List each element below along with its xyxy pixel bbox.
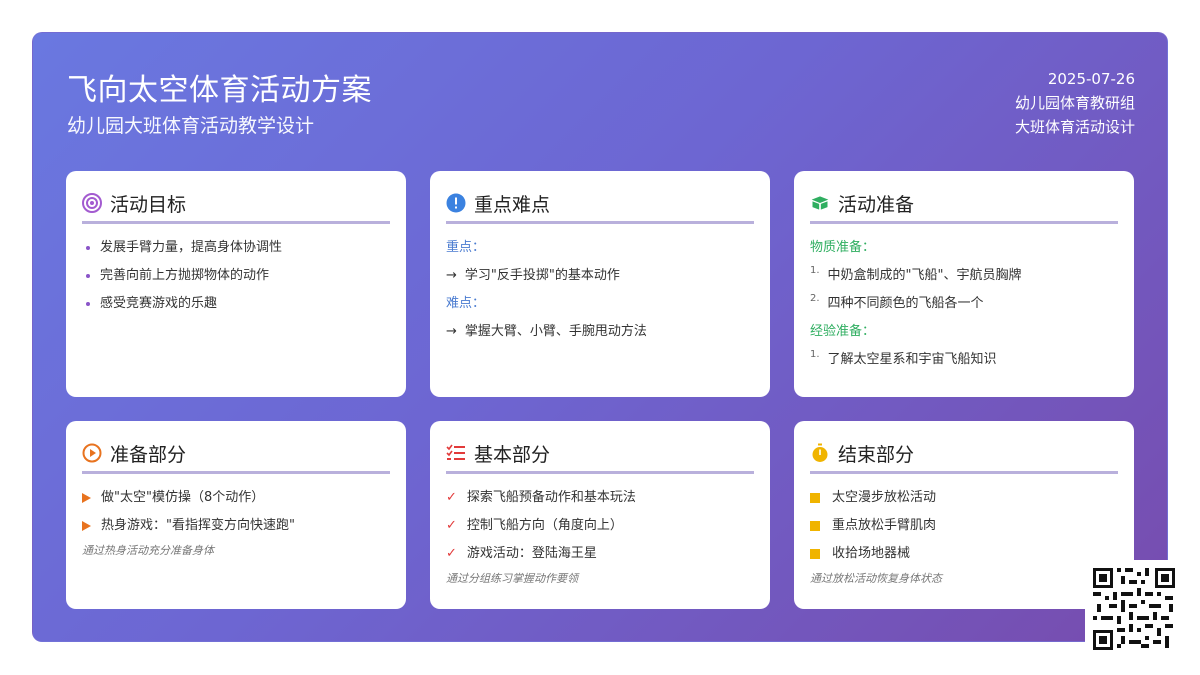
slide-frame: 飞向太空体育活动方案 幼儿园大班体育活动教学设计 2025-07-26 幼儿园体… bbox=[32, 32, 1168, 642]
ending-header: 结束部分 bbox=[810, 439, 1118, 474]
list-item: 1. 中奶盒制成的"飞船"、宇航员胸牌 bbox=[810, 265, 1022, 283]
ending-title: 结束部分 bbox=[838, 443, 915, 466]
list-item: 重点放松手臂肌肉 bbox=[810, 512, 1118, 540]
list-item: ✓ 游戏活动：登陆海王星 bbox=[446, 546, 597, 561]
list-item: 收拾场地器械 bbox=[810, 540, 1118, 568]
exp-label: 经验准备： bbox=[810, 324, 876, 339]
goals-card: 活动目标 发展手臂力量，提高身体协调性 完善向前上方抛掷物体的动作 感受竞赛游戏… bbox=[66, 171, 406, 397]
list-item: 太空漫步放松活动 bbox=[810, 484, 1118, 512]
warmup-card: 准备部分 做"太空"模仿操（8个动作） 热身游戏："看指挥变方向快速跑" 通过热… bbox=[66, 421, 406, 609]
date-text: 2025-07-26 bbox=[1047, 70, 1135, 88]
target-icon bbox=[82, 193, 102, 213]
basic-card: 基本部分 ✓ 探索飞船预备动作和基本玩法 ✓ 控制飞船方向（角度向上） ✓ 游戏活动：… bbox=[430, 421, 770, 609]
list-item: → 学习"反手投掷"的基本动作 bbox=[446, 268, 620, 283]
stopwatch-icon bbox=[810, 443, 830, 463]
warmup-header: 准备部分 bbox=[82, 439, 390, 474]
keypoints-title: 重点难点 bbox=[474, 193, 551, 216]
prep-title: 活动准备 bbox=[838, 193, 915, 216]
goals-header: 活动目标 bbox=[82, 189, 390, 224]
play-icon bbox=[82, 443, 102, 463]
basic-header: 基本部分 bbox=[446, 439, 754, 474]
warmup-title: 准备部分 bbox=[110, 443, 187, 466]
basic-note: 通过分组练习掌握动作要领 bbox=[446, 572, 578, 585]
keypoints-card: 重点难点 重点： → 学习"反手投掷"的基本动作 难点： → 掌握大臂、小臂、手腕甩… bbox=[430, 171, 770, 397]
list-item: 热身游戏："看指挥变方向快速跑" bbox=[82, 512, 390, 540]
keypoints-header: 重点难点 bbox=[446, 189, 754, 224]
checklist-icon bbox=[446, 443, 466, 463]
list-item: 完善向前上方抛掷物体的动作 bbox=[82, 262, 390, 290]
list-item: 感受竞赛游戏的乐趣 bbox=[82, 290, 390, 318]
goals-title: 活动目标 bbox=[110, 193, 187, 216]
list-item: 发展手臂力量，提高身体协调性 bbox=[82, 234, 390, 262]
meta-block: 2025-07-26 幼儿园体育教研组 大班体育活动设计 bbox=[1015, 67, 1135, 139]
key-label: 重点： bbox=[446, 240, 486, 255]
exclamation-icon bbox=[446, 193, 466, 213]
page-title: 飞向太空体育活动方案 bbox=[67, 73, 372, 108]
list-item: 2. 四种不同颜色的飞船各一个 bbox=[810, 293, 984, 311]
list-item: 1. 了解太空星系和宇宙飞船知识 bbox=[810, 349, 997, 367]
prep-card: 活动准备 物质准备： 1. 中奶盒制成的"飞船"、宇航员胸牌 2. 四种不同颜色的飞… bbox=[794, 171, 1134, 397]
design-text: 大班体育活动设计 bbox=[1014, 118, 1135, 136]
box-icon bbox=[810, 193, 830, 213]
material-label: 物质准备： bbox=[810, 240, 876, 255]
basic-title: 基本部分 bbox=[474, 443, 551, 466]
org-text: 幼儿园体育教研组 bbox=[1014, 94, 1135, 112]
warmup-note: 通过热身活动充分准备身体 bbox=[82, 544, 214, 557]
page-subtitle: 幼儿园大班体育活动教学设计 bbox=[67, 115, 315, 137]
qr-code-icon bbox=[1085, 560, 1181, 656]
prep-header: 活动准备 bbox=[810, 189, 1118, 224]
ending-card: 结束部分 太空漫步放松活动 重点放松手臂肌肉 收拾场地器械 通过放松活动恢复身体… bbox=[794, 421, 1134, 609]
list-item: ✓ 控制飞船方向（角度向上） bbox=[446, 518, 623, 533]
list-item: ✓ 探索飞船预备动作和基本玩法 bbox=[446, 490, 636, 505]
list-item: 做"太空"模仿操（8个动作） bbox=[82, 484, 390, 512]
hard-label: 难点： bbox=[446, 296, 486, 311]
list-item: → 掌握大臂、小臂、手腕甩动方法 bbox=[446, 324, 647, 339]
ending-note: 通过放松活动恢复身体状态 bbox=[810, 572, 942, 585]
